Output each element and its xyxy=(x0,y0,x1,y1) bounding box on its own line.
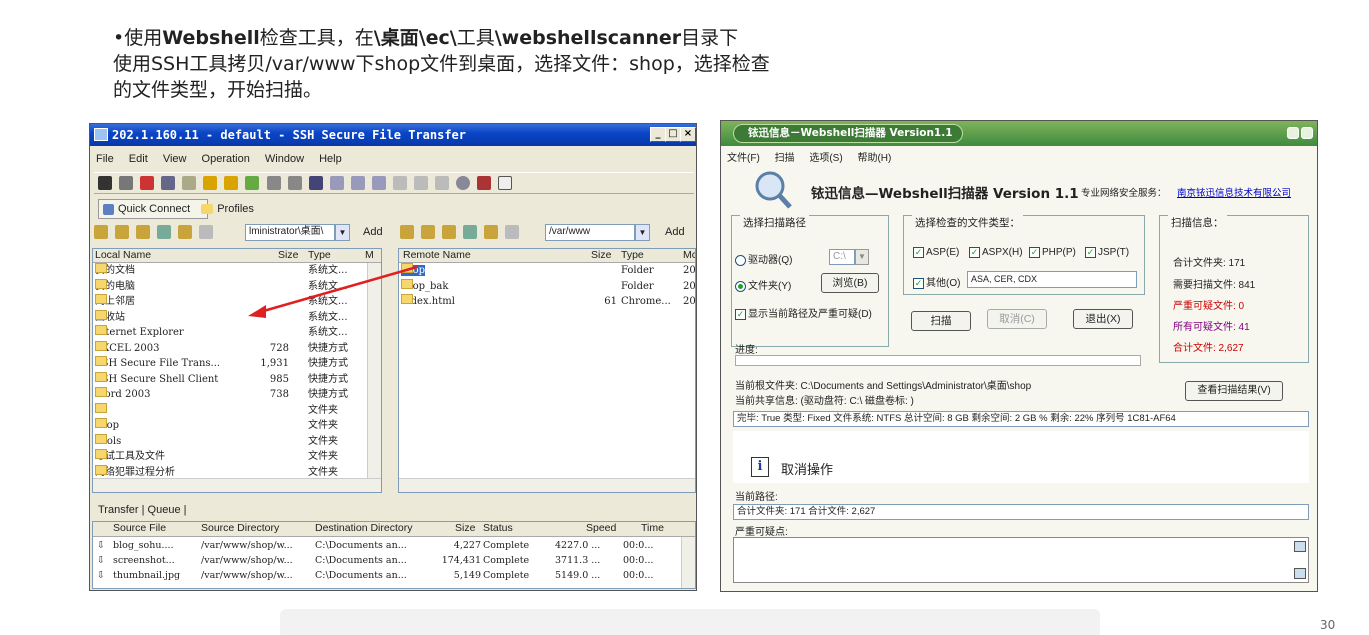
disk-status-line: 完毕: True 类型: Fixed 文件系统: NTFS 总计空间: 8 GB… xyxy=(733,411,1309,427)
type-jsp-checkbox[interactable]: ✓ JSP(T) xyxy=(1085,247,1129,258)
all-suspicious: 所有可疑文件: 41 xyxy=(1173,322,1250,333)
severe-suspicious: 严重可疑文件: 0 xyxy=(1173,301,1245,312)
text-mid-2: 工具 xyxy=(456,27,495,49)
folder-radio-label: 文件夹(Y) xyxy=(748,281,792,292)
other-check-icon: ✓ xyxy=(913,277,924,289)
current-path-label: 当前路径: xyxy=(735,492,778,503)
type-other-label: 其他(O) xyxy=(926,278,961,289)
show-path-check-icon: ✓ xyxy=(735,308,746,320)
cancel-button[interactable]: 取消(C) xyxy=(987,309,1047,329)
drag-arrow xyxy=(248,265,418,318)
drive-radio-label: 驱动器(Q) xyxy=(748,255,793,266)
total-folders: 合计文件夹: 171 xyxy=(1173,258,1246,269)
type-asp-checkbox[interactable]: ✓ ASP(E) xyxy=(913,247,959,258)
drive-radio[interactable]: 驱动器(Q) xyxy=(735,251,792,266)
magnifier-logo-icon xyxy=(755,171,792,209)
total-files: 合计文件: 2,627 xyxy=(1173,343,1244,354)
webshell-scanner-window: 铱迅信息－Webshell扫描器 Version1.1 文件(F) 扫描 选项(… xyxy=(720,120,1318,592)
scanner-close-button[interactable] xyxy=(1301,127,1313,139)
show-path-label: 显示当前路径及严重可疑(D) xyxy=(748,309,872,320)
tool-name: Webshell xyxy=(162,27,260,49)
progress-label: 进度: xyxy=(735,345,758,356)
scanner-title-bar: 铱迅信息－Webshell扫描器 Version1.1 xyxy=(721,121,1317,146)
list-scroll-up-icon[interactable] xyxy=(1294,541,1306,552)
scan-path-label: 选择扫描路径 xyxy=(740,215,809,230)
scan-button[interactable]: 扫描 xyxy=(911,311,971,331)
file-type-label: 选择检查的文件类型： xyxy=(912,215,1023,230)
type-aspx-checkbox[interactable]: ✓ ASPX(H) xyxy=(969,247,1023,258)
info-icon: i xyxy=(751,457,769,477)
folder-radio-icon xyxy=(735,280,746,292)
scanner-minimize-button[interactable] xyxy=(1287,127,1299,139)
bottom-banner xyxy=(280,609,1100,635)
current-share-info: 当前共享信息: (驱动盘符: C:\ 磁盘卷标: ) xyxy=(735,396,914,407)
type-php-checkbox[interactable]: ✓ PHP(P) xyxy=(1029,247,1076,258)
instruction-line-1: •使用Webshell检查工具，在\桌面\ec\工具\webshellscann… xyxy=(113,26,738,50)
scanner-menubar: 文件(F) 扫描 选项(S) 帮助(H) xyxy=(721,150,1317,168)
progress-bar xyxy=(735,355,1141,366)
current-root-folder: 当前根文件夹: C:\Documents and Settings\Admini… xyxy=(735,381,1032,392)
browse-button[interactable]: 浏览(B) xyxy=(821,273,879,293)
scanner-menu-options[interactable]: 选项(S) xyxy=(809,153,842,164)
instruction-line-3: 的文件类型，开始扫描。 xyxy=(113,79,323,101)
scanner-title-pill: 铱迅信息－Webshell扫描器 Version1.1 xyxy=(733,124,963,143)
drive-radio-icon xyxy=(735,254,746,266)
message-area: i 取消操作 xyxy=(733,431,1309,483)
path-2: \webshellscanner xyxy=(494,27,682,49)
severe-points-label: 严重可疑点: xyxy=(735,527,788,538)
text-end: 目录下 xyxy=(681,27,739,49)
drive-dropdown-icon[interactable]: ▼ xyxy=(855,249,869,265)
scanner-menu-scan[interactable]: 扫描 xyxy=(775,153,795,164)
path-1: \桌面\ec\ xyxy=(373,27,457,49)
aspx-check-icon: ✓ xyxy=(969,247,980,258)
list-scroll-down-icon[interactable] xyxy=(1294,568,1306,579)
show-path-checkbox[interactable]: ✓ 显示当前路径及严重可疑(D) xyxy=(735,305,872,320)
severe-points-list[interactable] xyxy=(733,537,1309,583)
scanner-menu-help[interactable]: 帮助(H) xyxy=(857,153,891,164)
folder-radio[interactable]: 文件夹(Y) xyxy=(735,277,791,292)
scan-info-label: 扫描信息： xyxy=(1168,215,1227,230)
exit-button[interactable]: 退出(X) xyxy=(1073,309,1133,329)
type-php-label: PHP(P) xyxy=(1042,247,1076,259)
scanner-menu-file[interactable]: 文件(F) xyxy=(727,153,760,164)
scanner-heading: 铱迅信息—Webshell扫描器 Version 1.1 xyxy=(811,186,1079,202)
page-number: 30 xyxy=(1320,618,1336,632)
type-other-checkbox[interactable]: ✓ 其他(O) xyxy=(913,274,960,289)
text-mid-1: 检查工具，在 xyxy=(259,27,374,49)
other-types-input[interactable]: ASA, CER, CDX xyxy=(967,271,1137,288)
bullet-text: •使用 xyxy=(113,27,163,49)
service-label: 专业网络安全服务： xyxy=(1081,188,1167,199)
ssh-file-transfer-window: 202.1.160.11 - default - SSH Secure File… xyxy=(89,123,697,591)
view-results-button[interactable]: 查看扫描结果(V) xyxy=(1185,381,1283,401)
drive-select[interactable]: C:\ xyxy=(829,249,855,265)
cancel-operation-text: 取消操作 xyxy=(781,462,834,477)
type-asp-label: ASP(E) xyxy=(926,247,960,259)
jsp-check-icon: ✓ xyxy=(1085,247,1096,258)
type-jsp-label: JSP(T) xyxy=(1098,247,1130,259)
summary-line: 合计文件夹: 171 合计文件: 2,627 xyxy=(733,504,1309,520)
company-link[interactable]: 南京铱迅信息技术有限公司 xyxy=(1177,185,1291,199)
php-check-icon: ✓ xyxy=(1029,247,1040,258)
type-aspx-label: ASPX(H) xyxy=(982,247,1023,259)
instruction-line-2: 使用SSH工具拷贝/var/www下shop文件到桌面，选择文件：shop，选择… xyxy=(113,53,770,75)
need-scan-files: 需要扫描文件: 841 xyxy=(1173,280,1256,291)
asp-check-icon: ✓ xyxy=(913,247,924,258)
slide-title-fragment xyxy=(60,0,480,6)
